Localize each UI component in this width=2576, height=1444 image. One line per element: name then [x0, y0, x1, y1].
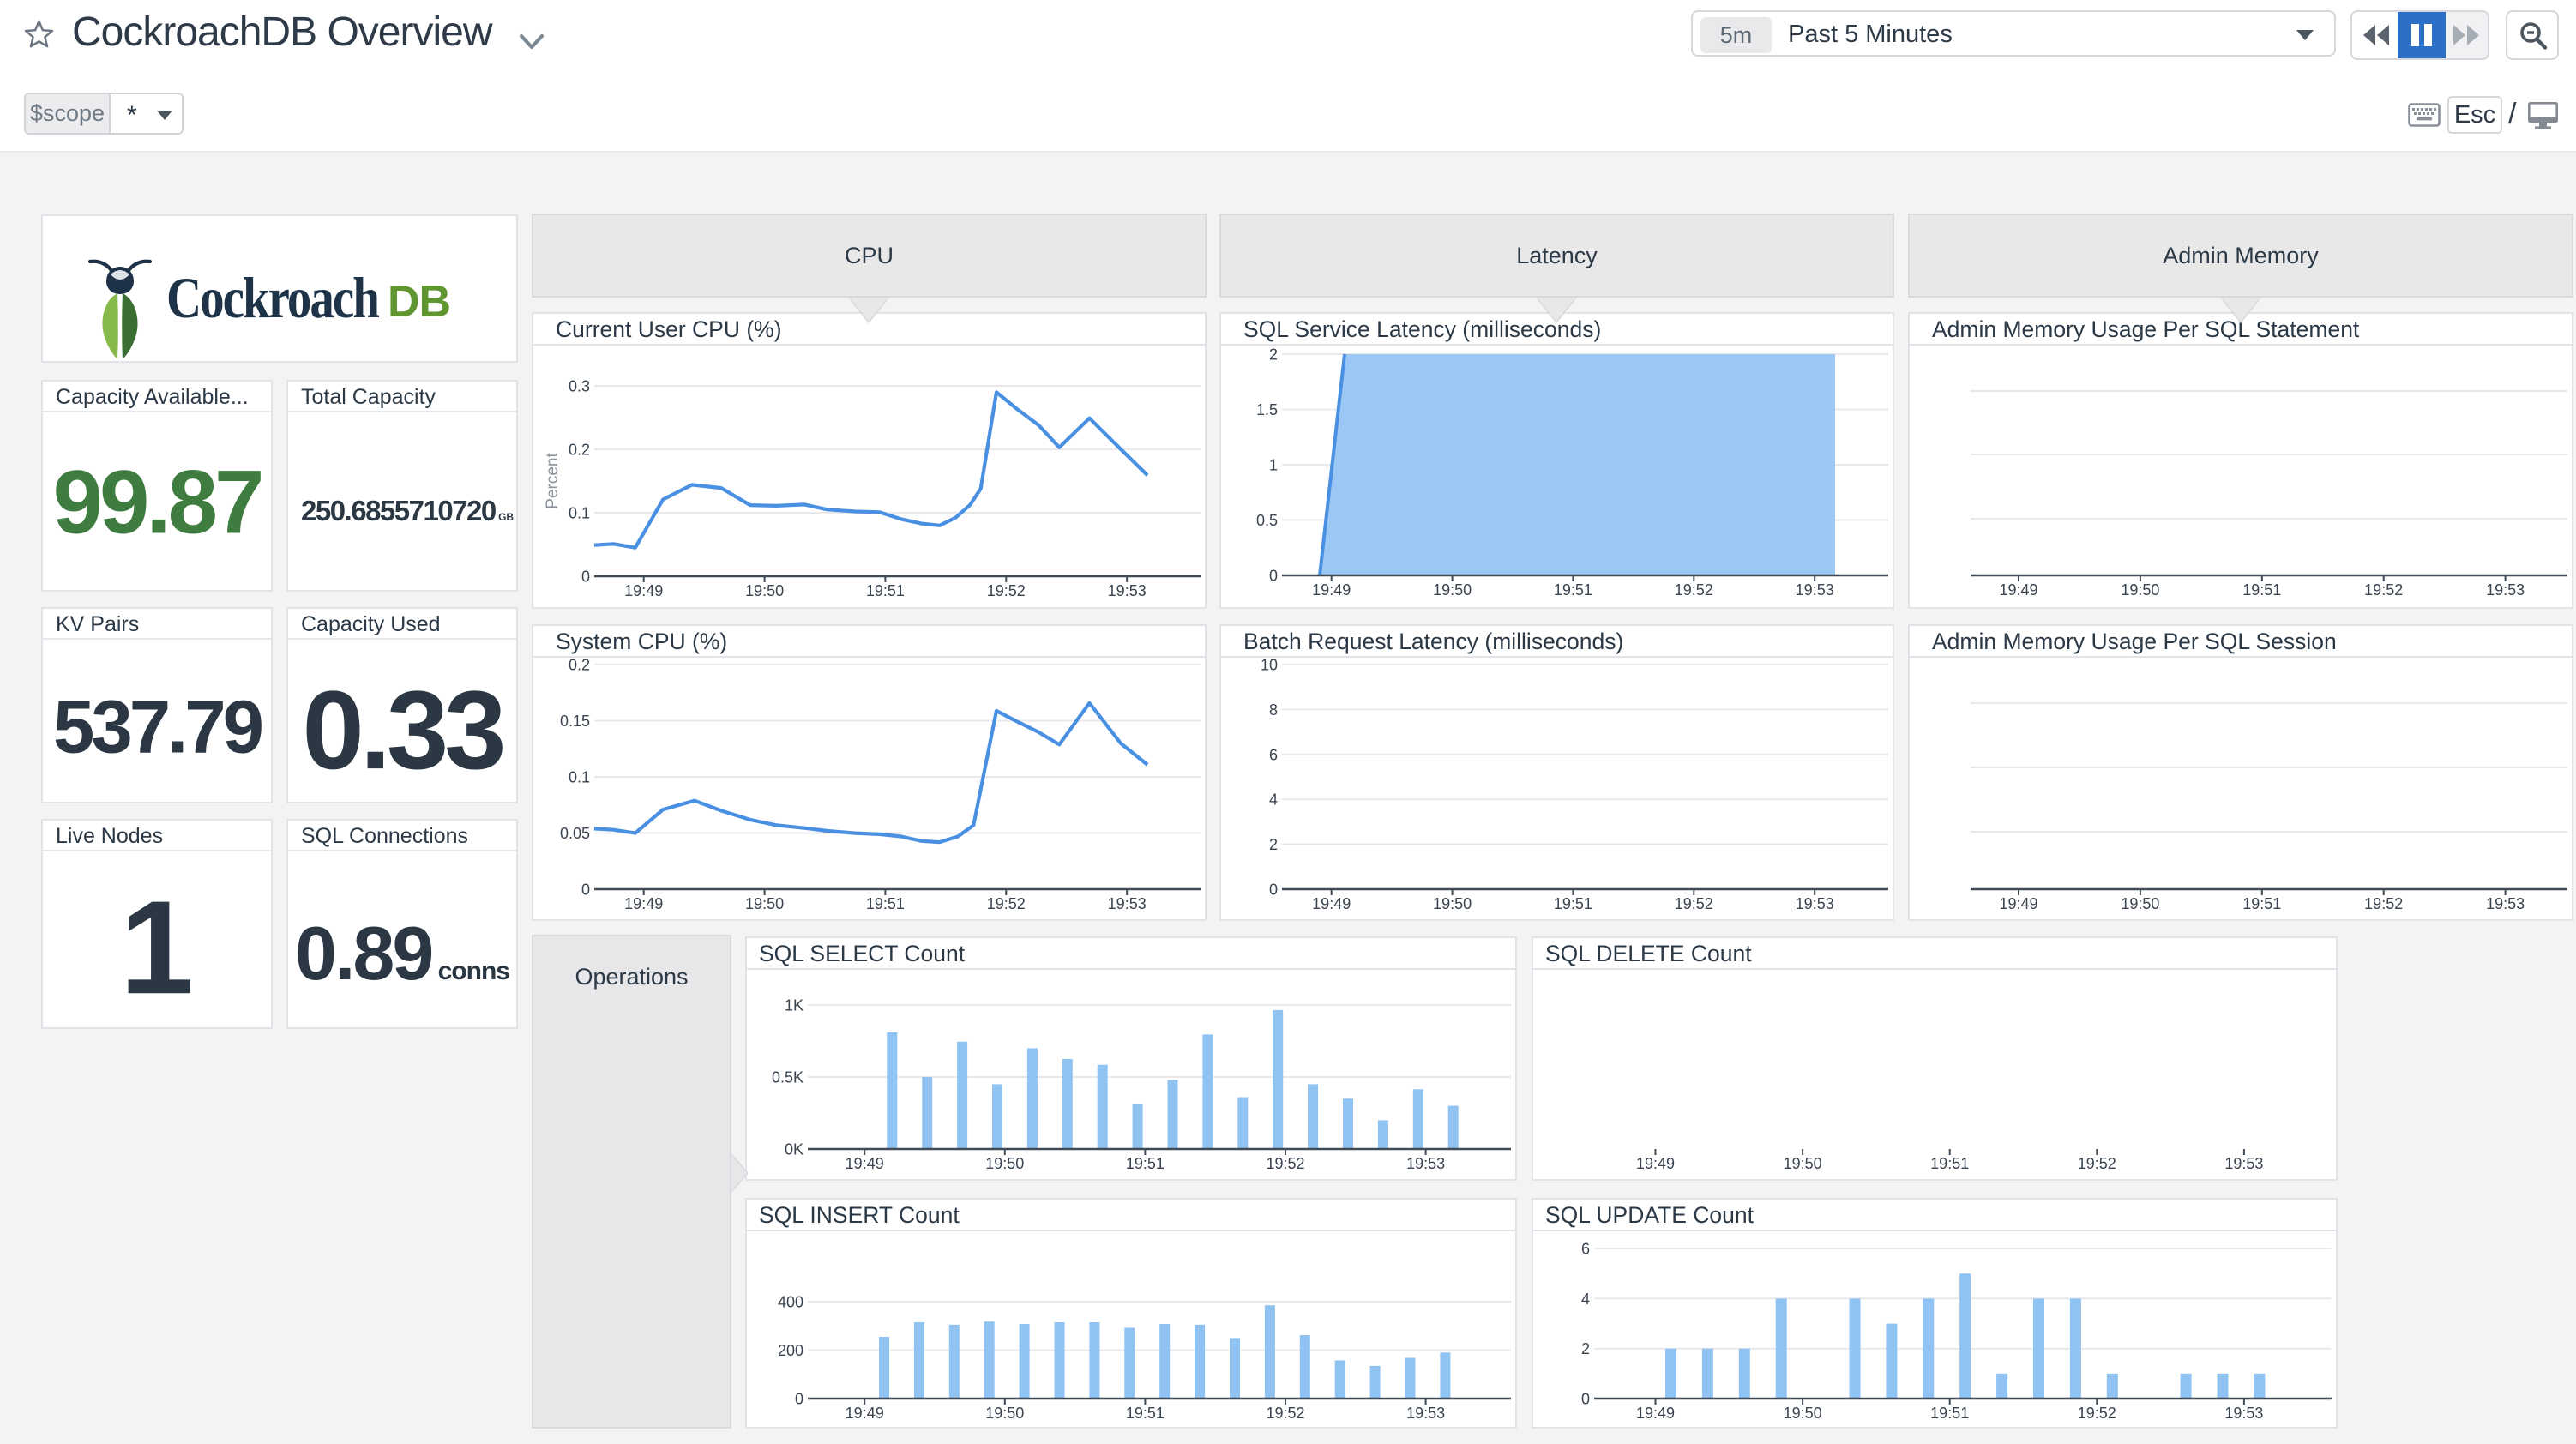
svg-text:8: 8	[1269, 701, 1278, 719]
svg-text:2: 2	[1269, 346, 1278, 364]
svg-text:0.05: 0.05	[560, 825, 590, 842]
svg-text:19:50: 19:50	[1433, 581, 1472, 599]
svg-text:19:51: 19:51	[1554, 895, 1592, 912]
svg-text:19:49: 19:49	[1312, 581, 1351, 599]
svg-text:19:51: 19:51	[1930, 1155, 1969, 1172]
svg-text:19:52: 19:52	[2364, 895, 2403, 912]
svg-text:19:50: 19:50	[745, 895, 784, 912]
svg-text:0.5: 0.5	[1256, 512, 1278, 529]
svg-text:0.2: 0.2	[569, 657, 590, 674]
svg-text:19:52: 19:52	[2078, 1155, 2116, 1172]
svg-text:19:50: 19:50	[745, 582, 784, 599]
svg-text:1.5: 1.5	[1256, 401, 1278, 418]
svg-text:0: 0	[581, 881, 590, 899]
svg-text:19:51: 19:51	[2242, 581, 2281, 599]
svg-text:0: 0	[1581, 1391, 1590, 1408]
svg-text:19:50: 19:50	[1784, 1155, 1822, 1172]
svg-text:19:53: 19:53	[1108, 582, 1147, 599]
svg-text:1K: 1K	[785, 997, 803, 1014]
svg-text:19:51: 19:51	[1126, 1155, 1165, 1172]
svg-text:400: 400	[778, 1294, 803, 1311]
svg-text:19:53: 19:53	[1108, 895, 1147, 912]
svg-text:0K: 0K	[785, 1141, 803, 1158]
svg-text:4: 4	[1269, 791, 1278, 809]
svg-text:19:49: 19:49	[846, 1405, 884, 1422]
svg-text:19:50: 19:50	[1784, 1405, 1822, 1422]
svg-text:19:52: 19:52	[1675, 895, 1713, 912]
svg-text:19:51: 19:51	[1554, 581, 1592, 599]
svg-text:19:53: 19:53	[1796, 581, 1834, 599]
svg-text:19:50: 19:50	[1433, 895, 1472, 912]
svg-text:19:52: 19:52	[2078, 1405, 2116, 1422]
svg-text:19:49: 19:49	[624, 895, 663, 912]
svg-text:19:50: 19:50	[985, 1155, 1024, 1172]
svg-text:2: 2	[1581, 1340, 1590, 1357]
svg-text:1: 1	[1269, 457, 1278, 474]
svg-text:0.5K: 0.5K	[772, 1069, 803, 1086]
svg-text:19:52: 19:52	[2364, 581, 2403, 599]
svg-text:0.15: 0.15	[560, 713, 590, 730]
svg-text:19:52: 19:52	[987, 582, 1026, 599]
svg-text:19:49: 19:49	[1636, 1155, 1675, 1172]
svg-text:19:53: 19:53	[1406, 1405, 1445, 1422]
svg-text:0: 0	[581, 569, 590, 586]
svg-text:19:51: 19:51	[1126, 1405, 1165, 1422]
svg-text:19:52: 19:52	[1266, 1405, 1304, 1422]
svg-text:6: 6	[1269, 746, 1278, 763]
svg-text:4: 4	[1581, 1291, 1590, 1308]
svg-text:0.3: 0.3	[569, 378, 590, 395]
svg-text:19:53: 19:53	[1796, 895, 1834, 912]
svg-text:19:52: 19:52	[1675, 581, 1713, 599]
svg-text:0: 0	[1269, 568, 1278, 585]
svg-text:19:49: 19:49	[1999, 895, 2037, 912]
svg-text:19:49: 19:49	[1999, 581, 2037, 599]
svg-text:0.1: 0.1	[569, 769, 590, 786]
svg-text:10: 10	[1261, 657, 1278, 674]
svg-text:200: 200	[778, 1342, 803, 1359]
svg-text:0.1: 0.1	[569, 505, 590, 522]
svg-text:0: 0	[795, 1391, 803, 1408]
svg-text:19:50: 19:50	[2121, 581, 2159, 599]
svg-text:19:51: 19:51	[866, 895, 905, 912]
svg-text:19:49: 19:49	[1312, 895, 1351, 912]
svg-text:19:53: 19:53	[2486, 895, 2525, 912]
svg-text:0.2: 0.2	[569, 442, 590, 459]
svg-text:19:49: 19:49	[1636, 1405, 1675, 1422]
svg-text:19:51: 19:51	[1930, 1405, 1969, 1422]
svg-text:Percent: Percent	[544, 453, 562, 509]
svg-text:19:52: 19:52	[987, 895, 1026, 912]
svg-text:19:51: 19:51	[2242, 895, 2281, 912]
svg-text:19:51: 19:51	[866, 582, 905, 599]
svg-text:19:50: 19:50	[2121, 895, 2159, 912]
svg-text:2: 2	[1269, 836, 1278, 853]
svg-text:19:53: 19:53	[2486, 581, 2525, 599]
svg-text:0: 0	[1269, 881, 1278, 899]
svg-text:19:49: 19:49	[846, 1155, 884, 1172]
svg-text:19:53: 19:53	[2224, 1405, 2263, 1422]
svg-text:19:50: 19:50	[985, 1405, 1024, 1422]
svg-text:19:53: 19:53	[1406, 1155, 1445, 1172]
svg-text:19:52: 19:52	[1266, 1155, 1304, 1172]
svg-text:19:49: 19:49	[624, 582, 663, 599]
svg-text:6: 6	[1581, 1241, 1590, 1258]
svg-text:19:53: 19:53	[2224, 1155, 2263, 1172]
